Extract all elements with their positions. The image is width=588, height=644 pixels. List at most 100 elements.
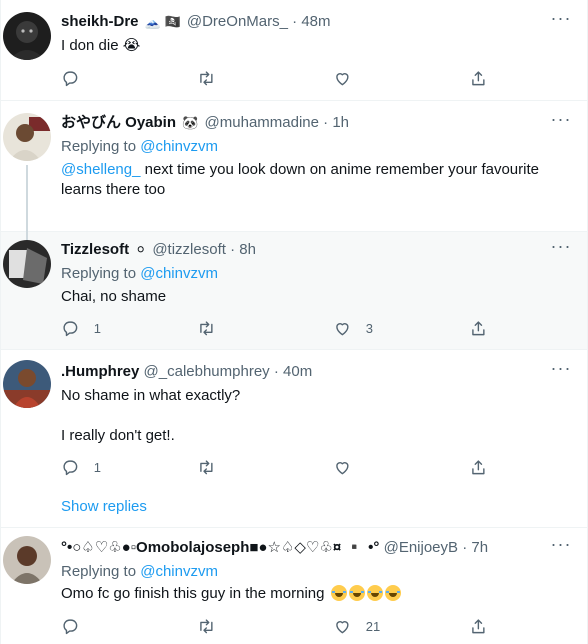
like-count: 3 [365, 320, 373, 336]
tweet-header: Tizzlesoft ⚪ @tizzlesoft · 8h [61, 240, 547, 260]
avatar[interactable] [3, 12, 51, 60]
like-icon [336, 461, 349, 474]
more-options-icon[interactable]: ··· [549, 535, 573, 558]
tweet[interactable]: °•○♤♡♧●▫Omobolajoseph■●☆♤◇♡♧¤ ▪️ •° @Eni… [1, 528, 587, 644]
tweet[interactable]: sheikh-Dre 🗻 🏴‍☠️ @DreOnMars_ · 48m ··· … [1, 0, 587, 101]
tweet-text-line: I really don't get!. [61, 427, 175, 444]
tweet[interactable]: Tizzlesoft ⚪ @tizzlesoft · 8h ··· Replyi… [1, 232, 587, 350]
user-handle[interactable]: @tizzlesoft [152, 241, 226, 258]
share-button[interactable] [469, 457, 488, 477]
share-icon [472, 460, 485, 474]
like-count: 21 [365, 618, 381, 634]
separator: · [273, 363, 279, 380]
laughing-emoji-icon [348, 585, 365, 601]
reply-button[interactable]: 1 [61, 457, 101, 477]
like-button[interactable] [333, 457, 366, 477]
retweet-button[interactable] [197, 616, 230, 636]
display-name[interactable]: おやびん Oyabin [61, 114, 176, 131]
tweet-text-line: No shame in what exactly? [61, 387, 241, 404]
more-options-icon[interactable]: ··· [549, 9, 573, 32]
retweet-icon [200, 619, 213, 633]
replying-to-mention[interactable]: @chinvzvm [140, 265, 218, 282]
like-icon [336, 72, 349, 85]
laughing-emoji-icon [384, 585, 401, 601]
tweet-text: @shelleng_ next time you look down on an… [61, 160, 563, 180]
thread-connector [26, 232, 28, 240]
display-name[interactable]: .Humphrey [61, 363, 139, 380]
profile-badges: ⚪ [135, 242, 147, 257]
avatar[interactable] [3, 113, 51, 161]
like-button[interactable]: 3 [333, 318, 373, 338]
tweet-text-line: next time you look down on anime remembe… [140, 161, 539, 178]
timestamp[interactable]: 1h [332, 114, 349, 131]
retweet-button[interactable] [197, 68, 230, 88]
replying-to: Replying to @chinvzvm [61, 137, 563, 157]
more-options-icon[interactable]: ··· [549, 110, 573, 133]
laughing-emoji-icon [366, 585, 383, 601]
reply-count: 1 [93, 459, 101, 475]
like-button[interactable] [333, 68, 366, 88]
display-name[interactable]: Tizzlesoft [61, 241, 129, 258]
laughing-emoji-icon [330, 585, 347, 601]
share-button[interactable] [469, 616, 488, 636]
retweet-button[interactable] [197, 457, 230, 477]
timestamp[interactable]: 8h [239, 241, 256, 258]
tweet-header: おやびん Oyabin 🐼 @muhammadine · 1h [61, 113, 547, 133]
more-options-icon[interactable]: ··· [549, 237, 573, 260]
replying-to: Replying to @chinvzvm [61, 562, 563, 582]
like-icon [336, 620, 349, 633]
reply-icon [63, 619, 78, 634]
display-name[interactable]: °•○♤♡♧●▫Omobolajoseph■●☆♤◇♡♧¤ ▪️ •° [61, 539, 379, 556]
profile-badges: 🐼 [182, 115, 199, 130]
display-name[interactable]: sheikh-Dre [61, 13, 139, 30]
show-replies-link[interactable]: Show replies [61, 497, 147, 517]
reply-button[interactable]: 1 [61, 318, 101, 338]
user-handle[interactable]: @EnijoeyB [384, 539, 458, 556]
separator: · [230, 241, 236, 258]
avatar[interactable] [3, 240, 51, 288]
tweet-text: Chai, no shame [61, 288, 167, 305]
tweet-header: sheikh-Dre 🗻 🏴‍☠️ @DreOnMars_ · 48m [61, 12, 547, 32]
replying-to-mention[interactable]: @chinvzvm [140, 563, 218, 580]
retweet-button[interactable] [197, 318, 230, 338]
tweet-header: .Humphrey @_calebhumphrey · 40m [61, 362, 547, 382]
avatar[interactable] [3, 360, 51, 408]
replying-to-mention[interactable]: @chinvzvm [140, 138, 218, 155]
user-handle[interactable]: @DreOnMars_ [187, 13, 288, 30]
replying-to-label: Replying to [61, 563, 137, 580]
timestamp[interactable]: 40m [283, 363, 312, 380]
user-handle[interactable]: @_calebhumphrey [144, 363, 270, 380]
tweet[interactable]: .Humphrey @_calebhumphrey · 40m ··· No s… [1, 350, 587, 528]
replying-to-label: Replying to [61, 265, 137, 282]
reply-button[interactable] [61, 68, 94, 88]
share-button[interactable] [469, 318, 488, 338]
like-button[interactable]: 21 [333, 616, 380, 636]
avatar[interactable] [3, 536, 51, 584]
like-icon [336, 322, 349, 335]
reply-count: 1 [93, 320, 101, 336]
share-button[interactable] [469, 68, 488, 88]
tweet-text-line: learns there too [61, 181, 166, 198]
thread-connector [26, 165, 28, 232]
tweet-text: Omo fc go finish this guy in the morning [61, 584, 563, 604]
reply-button[interactable] [61, 616, 94, 636]
share-icon [472, 71, 485, 85]
profile-badges: 🗻 🏴‍☠️ [144, 14, 181, 29]
replying-to: Replying to @chinvzvm [61, 264, 563, 284]
separator: · [462, 539, 468, 556]
retweet-icon [200, 460, 213, 474]
tweet-actions [61, 68, 501, 88]
retweet-icon [200, 321, 213, 335]
timestamp[interactable]: 48m [301, 13, 330, 30]
more-options-icon[interactable]: ··· [549, 359, 573, 382]
replying-to-label: Replying to [61, 138, 137, 155]
user-handle[interactable]: @muhammadine [205, 114, 319, 131]
tweet-text: I don die 😭 [61, 37, 141, 54]
tweet-header: °•○♤♡♧●▫Omobolajoseph■●☆♤◇♡♧¤ ▪️ •° @Eni… [61, 538, 547, 558]
timestamp[interactable]: 7h [471, 539, 488, 556]
tweet-text-line: Omo fc go finish this guy in the morning [61, 585, 325, 602]
user-mention[interactable]: @shelleng_ [61, 161, 140, 178]
share-icon [472, 321, 485, 335]
reply-icon [63, 321, 78, 336]
tweet[interactable]: おやびん Oyabin 🐼 @muhammadine · 1h ··· Repl… [1, 101, 587, 232]
